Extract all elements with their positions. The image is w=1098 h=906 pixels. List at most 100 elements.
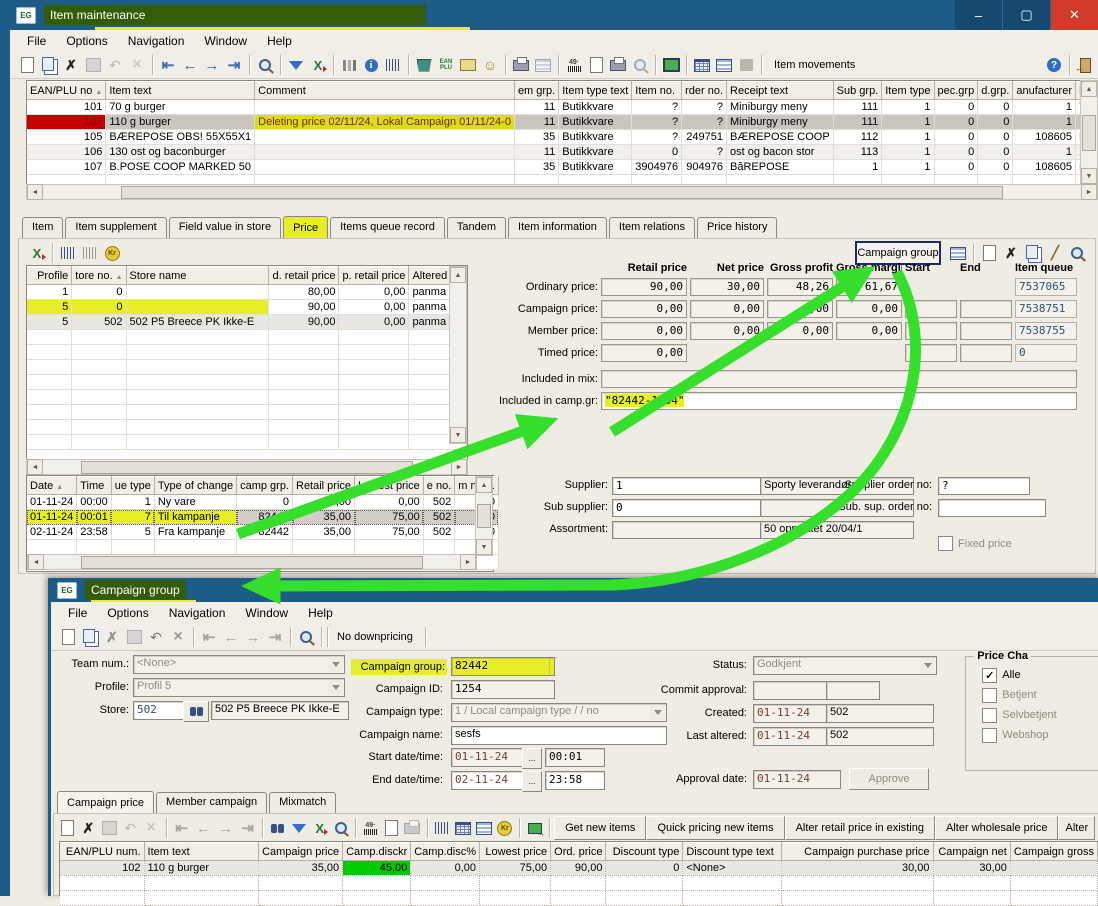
start-date-field[interactable]: 01-11-24	[451, 748, 527, 767]
history-row[interactable]: 01-11-2400:01 7Til kampanje 8244235,00 7…	[27, 510, 498, 525]
menu-help[interactable]: Help	[299, 603, 342, 623]
menu-file[interactable]: File	[59, 603, 96, 623]
get-new-items-button[interactable]: Get new items	[554, 816, 646, 840]
assortment-no-field[interactable]	[612, 521, 762, 539]
tab-item-supplement[interactable]: Item supplement	[65, 217, 166, 238]
profile-select[interactable]: Profil 5	[133, 678, 345, 697]
menu-window[interactable]: Window	[236, 603, 297, 623]
edit-icon[interactable]	[1044, 243, 1066, 263]
col-manufacturer[interactable]: anufacturer	[1013, 82, 1076, 100]
col-camp-grp[interactable]: camp grp.	[237, 477, 293, 495]
table-view-icon[interactable]	[453, 818, 474, 838]
cancel-icon[interactable]	[126, 55, 148, 75]
store-row[interactable]: 5502 502 P5 Breece PK Ikke-E90,00 0,00pa…	[27, 315, 467, 330]
cancel-icon[interactable]	[141, 818, 162, 838]
timed-start-field[interactable]	[905, 344, 957, 362]
col-type-of-change[interactable]: Type of change	[154, 477, 236, 495]
excel-export-icon[interactable]	[309, 818, 330, 838]
items-vscrollbar[interactable]	[1080, 80, 1098, 185]
excel-export-icon[interactable]	[307, 55, 329, 75]
monitor-icon[interactable]	[660, 55, 682, 75]
campaign-start-field[interactable]	[905, 300, 957, 318]
new-document-icon[interactable]	[978, 243, 1000, 263]
chart-icon[interactable]	[338, 55, 360, 75]
start-time-field[interactable]: 00:01	[545, 748, 605, 767]
col-receipt-text[interactable]: Receipt text	[727, 82, 834, 100]
status-select[interactable]: Godkjent	[753, 656, 937, 675]
new-document-icon[interactable]	[57, 627, 79, 647]
col-store-no[interactable]: e no.	[423, 477, 454, 495]
stores-hscrollbar[interactable]	[26, 459, 468, 475]
member-retail-field[interactable]: 0,00	[601, 322, 687, 340]
menu-help[interactable]: Help	[258, 31, 301, 51]
store-row[interactable]	[27, 330, 467, 345]
store-lookup-button[interactable]	[183, 701, 209, 722]
history-row[interactable]	[27, 540, 498, 555]
team-num-select[interactable]: <None>	[133, 655, 345, 674]
item-row[interactable]: 106130 ost og baconburger 11 Butikkvare0…	[27, 145, 1098, 160]
ean-plu-icon[interactable]	[435, 55, 457, 75]
member-end-field[interactable]	[960, 322, 1012, 340]
alter-more-button[interactable]: Alter	[1058, 816, 1095, 840]
timed-retail-field[interactable]: 0,00	[601, 344, 687, 362]
campaign-type-select[interactable]: 1 / Local campaign type / / no	[451, 703, 667, 722]
tab-tandem[interactable]: Tandem	[447, 217, 506, 238]
currency-icon[interactable]	[101, 243, 123, 263]
nav-previous-icon[interactable]	[192, 818, 214, 838]
col-queue-type[interactable]: ue type	[111, 477, 154, 495]
alter-wholesale-price-button[interactable]: Alter wholesale price	[935, 816, 1059, 840]
undo-icon[interactable]	[145, 627, 167, 647]
quick-pricing-new-items-button[interactable]: Quick pricing new items	[646, 816, 784, 840]
col-sub-grp[interactable]: Sub grp.	[833, 82, 882, 100]
nav-last-icon[interactable]	[264, 627, 286, 647]
ordinary-net-field[interactable]: 30,00	[690, 278, 764, 296]
col-camp-disc-pct[interactable]: Camp.disc%	[411, 843, 480, 861]
search-icon[interactable]	[1066, 243, 1088, 263]
barcode-icon[interactable]	[432, 818, 453, 838]
nav-last-icon[interactable]	[236, 818, 258, 838]
tab-campaign-price[interactable]: Campaign price	[57, 791, 154, 814]
betjent-checkbox[interactable]	[982, 688, 997, 703]
menu-navigation[interactable]: Navigation	[119, 31, 194, 51]
save-icon[interactable]	[99, 818, 120, 838]
tab-item-relations[interactable]: Item relations	[609, 217, 695, 238]
delete-icon[interactable]	[60, 55, 82, 75]
save-icon[interactable]	[82, 55, 104, 75]
selvbetjent-checkbox[interactable]	[982, 708, 997, 723]
col-comment[interactable]: Comment	[255, 82, 515, 100]
items-hscrollbar[interactable]	[26, 184, 1098, 200]
ordinary-retail-field[interactable]: 90,00	[601, 278, 687, 296]
col-discount-type[interactable]: Discount type	[606, 843, 683, 861]
delete-icon[interactable]	[78, 818, 99, 838]
end-time-field[interactable]: 23:58	[545, 771, 605, 790]
history-row[interactable]: 02-11-2423:58 5Fra kampanje 8244235,00 7…	[27, 525, 498, 540]
col-item-text[interactable]: Item text	[106, 82, 255, 100]
print-icon[interactable]	[510, 55, 532, 75]
stores-vscrollbar[interactable]	[449, 266, 467, 444]
col-profile[interactable]: Profile	[27, 267, 72, 285]
campaign-group-field[interactable]: 82442	[451, 657, 555, 676]
col-camp-retail-price[interactable]: p. retail price	[339, 267, 409, 285]
history-hscrollbar[interactable]	[27, 554, 477, 570]
filter-icon[interactable]	[285, 55, 307, 75]
undo-icon[interactable]	[120, 818, 141, 838]
store-row[interactable]	[27, 360, 467, 375]
import-document-icon[interactable]	[381, 818, 402, 838]
end-date-browse-button[interactable]: ...	[522, 771, 542, 792]
tab-field-value-in-store[interactable]: Field value in store	[169, 217, 281, 238]
currency-icon[interactable]	[494, 818, 515, 838]
col-camp-disc-kr[interactable]: Camp.disckr	[343, 843, 411, 861]
menu-navigation[interactable]: Navigation	[160, 603, 235, 623]
item-row[interactable]: 107B.POSE COOP MARKED 50 35 Butikkvare39…	[27, 160, 1098, 175]
minimize-button[interactable]	[955, 0, 1002, 30]
tab-price-history[interactable]: Price history	[697, 217, 778, 238]
store-row[interactable]	[27, 345, 467, 360]
campaign-name-field[interactable]: sesfs	[451, 726, 667, 745]
col-ord-retail-price[interactable]: d. retail price	[269, 267, 339, 285]
barcode-gray-icon[interactable]	[79, 243, 101, 263]
supplier-order-no-field[interactable]: ?	[938, 477, 1030, 495]
find-icon[interactable]	[267, 818, 288, 838]
tab-item-information[interactable]: Item information	[508, 217, 607, 238]
close-button[interactable]	[1050, 0, 1098, 30]
search-icon[interactable]	[330, 818, 351, 838]
